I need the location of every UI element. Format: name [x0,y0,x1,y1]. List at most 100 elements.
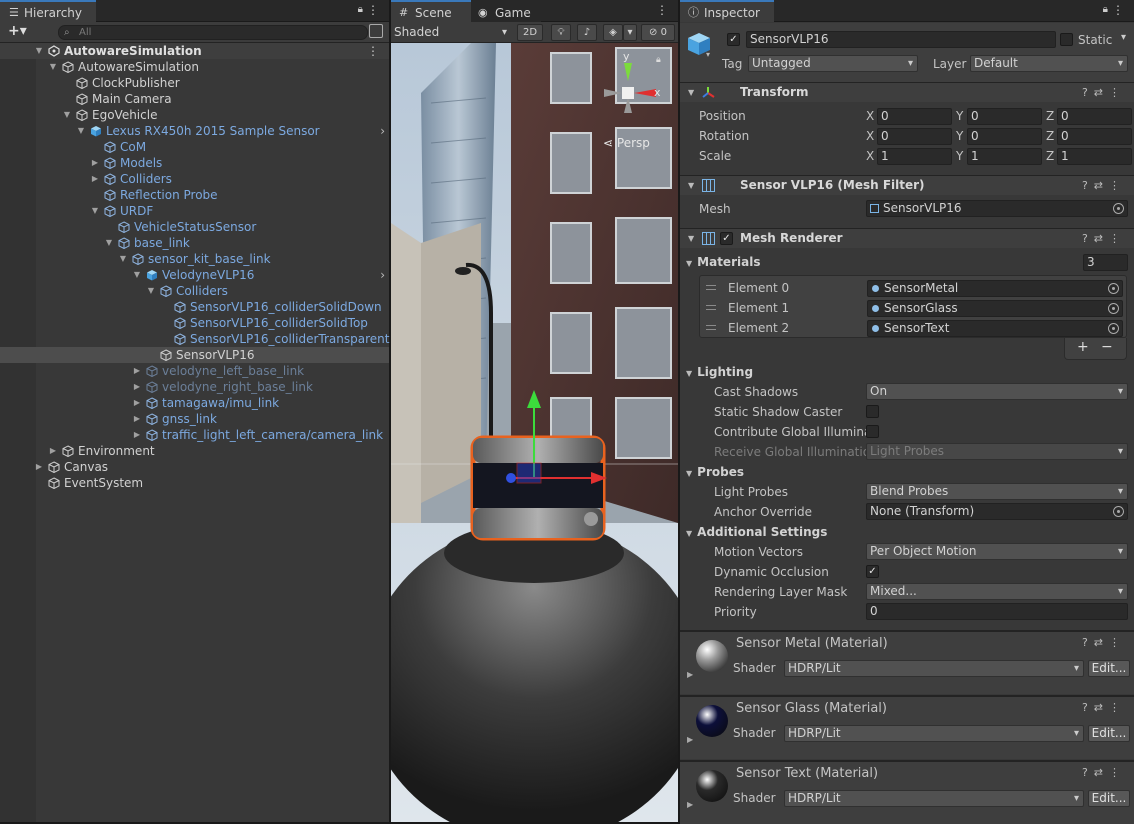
expand-arrow-right-icon[interactable]: ▶ [34,459,44,475]
chevron-right-icon[interactable]: › [380,123,385,139]
axis-y-label[interactable]: Y [956,149,963,163]
hierarchy-row[interactable]: ▼ Colliders [0,283,389,299]
scale-x-field[interactable]: 1 [877,148,952,165]
effects-toggle-icon[interactable]: ◈ [603,24,623,41]
expand-arrow-right-icon[interactable]: ▶ [132,411,142,427]
drag-handle-icon[interactable] [706,325,716,330]
hierarchy-row[interactable]: ▶ Environment [0,443,389,459]
axis-z-label[interactable]: Z [1046,129,1054,143]
position-y-field[interactable]: 0 [967,108,1042,125]
expand-arrow-down-icon[interactable]: ▼ [62,107,72,123]
hierarchy-search-input[interactable]: ⌕ All [58,25,368,40]
hierarchy-row[interactable]: ▼ EgoVehicle [0,107,389,123]
hierarchy-row[interactable]: ▶ gnss_link [0,411,389,427]
expand-arrow-down-icon[interactable]: ▼ [104,235,114,251]
mesh-filter-header[interactable]: ▼ Sensor VLP16 (Mesh Filter) ?⇄⋮ [680,175,1134,195]
tab-inspector[interactable]: ⓘ Inspector [680,0,774,22]
kebab-menu-icon[interactable]: ⋮ [367,43,379,59]
hierarchy-row[interactable]: ▼ base_link [0,235,389,251]
rendering-layer-mask-dropdown[interactable]: Mixed... [866,583,1128,600]
axis-x-label[interactable]: X [866,149,874,163]
rotation-y-field[interactable]: 0 [967,128,1042,145]
drag-handle-icon[interactable] [706,305,716,310]
probes-foldout[interactable]: ▼ Probes [686,463,744,481]
shading-mode-dropdown[interactable]: Shaded ▾ [394,24,510,41]
mesh-renderer-header[interactable]: ▼ ✓ Mesh Renderer ?⇄⋮ [680,228,1134,248]
scene-viewport[interactable]: y x 🔒︎ ⋖ Persp [391,43,678,822]
tab-hierarchy[interactable]: ☰ Hierarchy [0,0,96,22]
expand-arrow-down-icon[interactable]: ▼ [76,123,86,139]
mesh-renderer-enabled-checkbox[interactable]: ✓ [720,232,733,245]
scene-visibility-icon[interactable] [369,24,383,38]
expand-arrow-right-icon[interactable]: ▶ [48,443,58,459]
material-element-field[interactable]: SensorMetal [867,280,1123,297]
hierarchy-row[interactable]: Reflection Probe [0,187,389,203]
expand-arrow-right-icon[interactable]: ▶ [687,670,693,679]
transform-header[interactable]: ▼ Transform ?⇄⋮ [680,82,1134,102]
expand-arrow-right-icon[interactable]: ▶ [90,171,100,187]
hierarchy-row[interactable]: CoM [0,139,389,155]
object-picker-icon[interactable] [1108,323,1119,334]
hierarchy-row[interactable]: ▶ traffic_light_left_camera/camera_link [0,427,389,443]
active-checkbox[interactable]: ✓ [727,33,740,46]
hierarchy-row[interactable]: ▶ Colliders [0,171,389,187]
expand-arrow-right-icon[interactable]: ▶ [687,735,693,744]
scene-orientation-gizmo[interactable]: y x 🔒︎ [596,50,666,128]
rotation-z-field[interactable]: 0 [1057,128,1132,145]
edit-shader-button[interactable]: Edit... [1088,790,1130,807]
scale-y-field[interactable]: 1 [967,148,1042,165]
scale-z-field[interactable]: 1 [1057,148,1132,165]
chevron-down-icon[interactable]: ▾ [706,50,710,59]
expand-arrow-down-icon[interactable]: ▼ [34,43,44,59]
hierarchy-row[interactable]: ▶ velodyne_left_base_link [0,363,389,379]
object-picker-icon[interactable] [1113,203,1124,214]
component-menu-icons[interactable]: ?⇄⋮ [1082,229,1126,248]
chevron-right-icon[interactable]: › [380,267,385,283]
lighting-foldout[interactable]: ▼ Lighting [686,363,753,381]
component-menu-icons[interactable]: ?⇄⋮ [1082,176,1126,195]
hierarchy-row[interactable]: ▼ AutowareSimulation [0,59,389,75]
hierarchy-row[interactable]: SensorVLP16 [0,347,389,363]
expand-arrow-right-icon[interactable]: ▶ [132,427,142,443]
2d-toggle-button[interactable]: 2D [517,24,543,41]
materials-foldout[interactable]: ▼ Materials [686,253,760,271]
hierarchy-row[interactable]: ▼ AutowareSimulation ⋮ [0,43,389,59]
material-element-field[interactable]: SensorText [867,320,1123,337]
mesh-object-field[interactable]: SensorVLP16 [866,200,1128,217]
add-element-button[interactable]: + [1077,339,1089,355]
static-checkbox[interactable] [1060,33,1073,46]
anchor-override-field[interactable]: None (Transform) [866,503,1128,520]
axis-x-label[interactable]: X [866,109,874,123]
additional-settings-foldout[interactable]: ▼ Additional Settings [686,523,827,541]
layer-dropdown[interactable]: Default [970,55,1128,72]
cast-shadows-dropdown[interactable]: On [866,383,1128,400]
shader-dropdown[interactable]: HDRP/Lit [784,660,1084,677]
component-menu-icons[interactable]: ?⇄⋮ [1082,83,1126,102]
hierarchy-row[interactable]: SensorVLP16_colliderSolidTop [0,315,389,331]
materials-count-field[interactable]: 3 [1083,254,1128,271]
expand-arrow-right-icon[interactable]: ▶ [132,395,142,411]
hidden-objects-toggle[interactable]: ⊘ 0 [641,24,675,41]
expand-arrow-right-icon[interactable]: ▶ [90,155,100,171]
shader-dropdown[interactable]: HDRP/Lit [784,725,1084,742]
kebab-menu-icon[interactable]: ⋮ [1112,3,1124,17]
object-picker-icon[interactable] [1113,506,1124,517]
axis-z-label[interactable]: Z [1046,109,1054,123]
component-menu-icons[interactable]: ?⇄⋮ [1082,766,1126,779]
axis-z-label[interactable]: Z [1046,149,1054,163]
lighting-toggle-icon[interactable]: 💡︎ [551,24,571,41]
expand-arrow-right-icon[interactable]: ▶ [687,800,693,809]
expand-arrow-down-icon[interactable]: ▼ [146,283,156,299]
drag-handle-icon[interactable] [706,285,716,290]
hierarchy-row[interactable]: ▶ tamagawa/imu_link [0,395,389,411]
kebab-menu-icon[interactable]: ⋮ [656,3,668,17]
hierarchy-row[interactable]: ▶ Canvas [0,459,389,475]
component-menu-icons[interactable]: ?⇄⋮ [1082,701,1126,714]
lock-icon[interactable]: 🔒︎ [656,55,661,65]
chevron-down-icon[interactable]: ▾ [1121,32,1126,43]
axis-y-label[interactable]: Y [956,109,963,123]
object-name-field[interactable]: SensorVLP16 [746,31,1056,48]
hierarchy-row[interactable]: EventSystem [0,475,389,491]
dynamic-occlusion-checkbox[interactable]: ✓ [866,565,879,578]
light-probes-dropdown[interactable]: Blend Probes [866,483,1128,500]
